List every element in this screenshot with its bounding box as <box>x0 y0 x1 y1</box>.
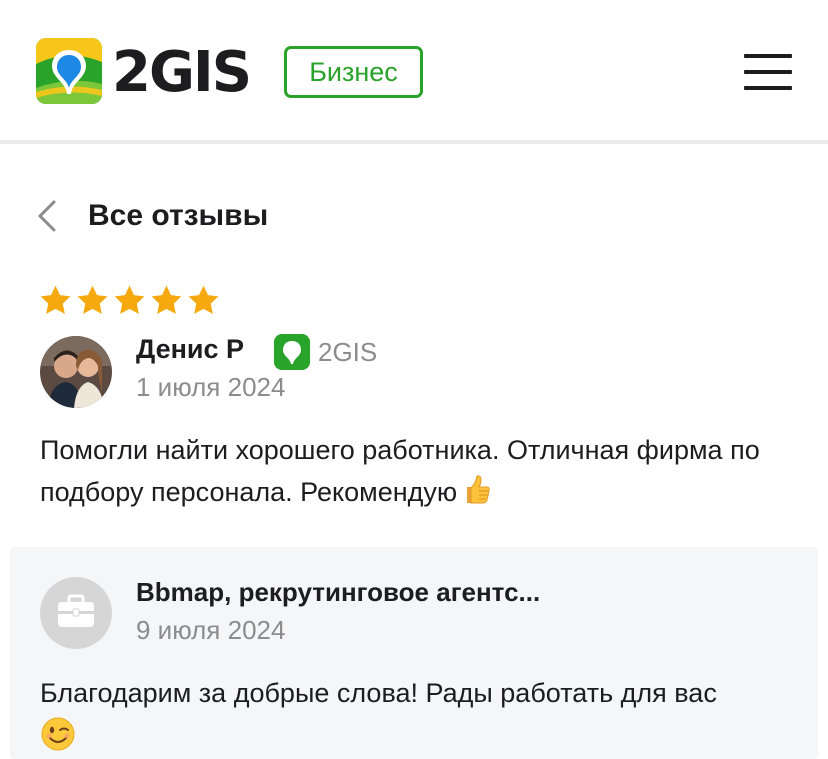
2gis-logo-icon[interactable] <box>36 38 102 104</box>
hamburger-menu-icon[interactable] <box>744 54 792 90</box>
winking-face-emoji-icon <box>41 717 75 751</box>
star-icon <box>188 285 219 314</box>
chevron-left-icon <box>38 200 56 232</box>
brand-name[interactable]: 2GIS <box>112 40 252 106</box>
back-label: Все отзывы <box>88 199 269 232</box>
review-text-body: Помогли найти хорошего работника. Отличн… <box>40 435 760 507</box>
star-icon <box>77 285 108 314</box>
reply-date: 9 июля 2024 <box>136 615 286 645</box>
reply-author[interactable]: Bbmap, рекрутинговое агентс... <box>136 577 586 608</box>
star-icon <box>114 285 145 314</box>
rating-stars <box>38 283 221 318</box>
company-avatar[interactable] <box>40 577 112 649</box>
business-badge[interactable]: Бизнес <box>284 46 423 98</box>
review-author[interactable]: Денис Р <box>136 334 244 365</box>
2gis-source-icon <box>274 334 310 370</box>
reply-text: Благодарим за добрые слова! Рады работат… <box>40 673 800 752</box>
thumbs-up-emoji-icon <box>467 475 490 504</box>
review-source: 2GIS <box>274 334 377 370</box>
briefcase-icon <box>58 594 94 627</box>
avatar[interactable] <box>40 336 112 408</box>
app-header: 2GIS Бизнес <box>0 0 828 144</box>
owner-reply: Bbmap, рекрутинговое агентс... 9 июля 20… <box>10 547 818 759</box>
source-label: 2GIS <box>318 336 378 367</box>
star-icon <box>40 285 71 314</box>
review-date: 1 июля 2024 <box>136 372 286 402</box>
review-text: Помогли найти хорошего работника. Отличн… <box>40 430 800 513</box>
star-icon <box>151 285 182 314</box>
reply-text-body: Благодарим за добрые слова! Рады работат… <box>40 678 717 708</box>
back-to-all-reviews-link[interactable]: Все отзывы <box>36 190 268 242</box>
